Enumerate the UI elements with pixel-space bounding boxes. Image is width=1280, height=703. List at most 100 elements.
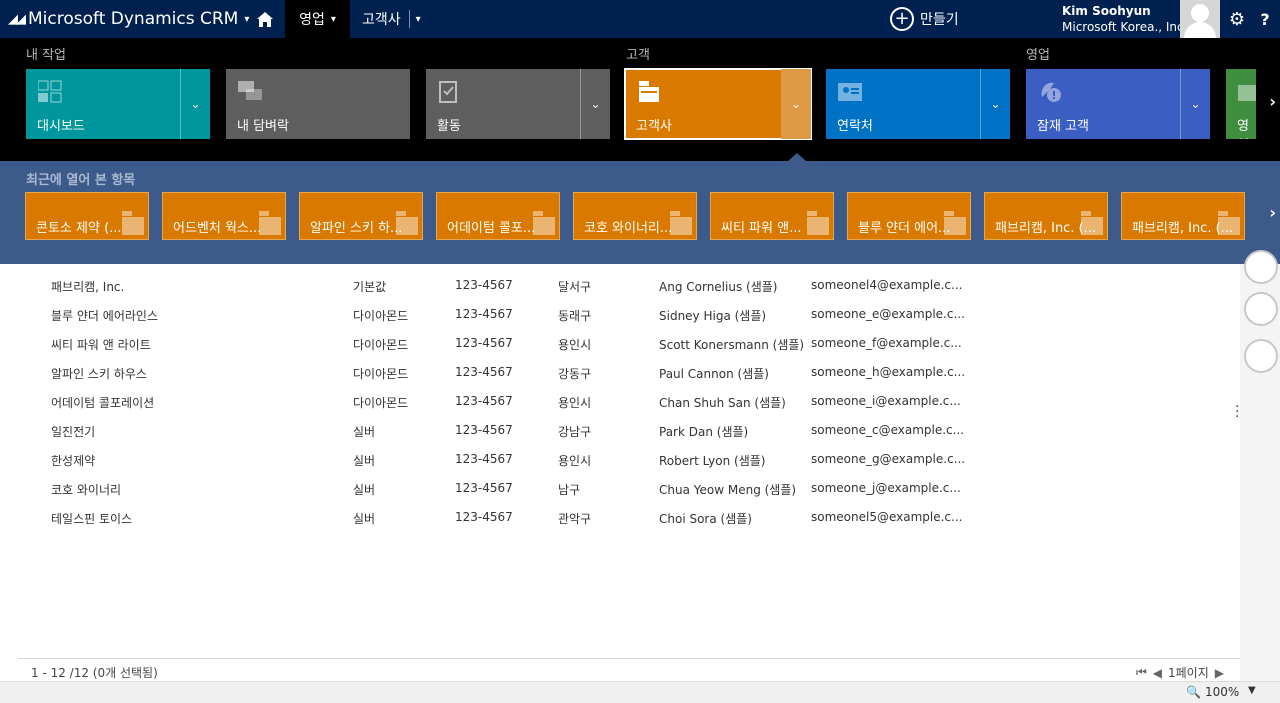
cell-account-name[interactable]: 테일스핀 토이스 (51, 510, 132, 527)
create-button[interactable]: + 만들기 (890, 0, 959, 38)
table-row[interactable]: 알파인 스키 하우스 다이아몬드 123-4567 강동구 Paul Cannon (샘… (0, 355, 1240, 384)
table-row[interactable]: 씨티 파워 앤 라이트 다이아몬드 123-4567 용인시 Scott Konersm… (0, 326, 1240, 355)
cell-email[interactable]: someone_e@example.c... (811, 307, 965, 321)
cell-account-name[interactable]: 어데이텀 콜포레이션 (51, 394, 154, 411)
cell-email[interactable]: someone_c@example.c... (811, 423, 964, 437)
table-row[interactable]: 어데이텀 콜포레이션 다이아몬드 123-4567 용인시 Chan Shuh San … (0, 384, 1240, 413)
next-page-icon[interactable]: ▶ (1215, 666, 1224, 680)
cell-primary-contact[interactable]: Robert Lyon (샘플) (659, 452, 766, 469)
recent-scroll-right-icon[interactable]: › (1269, 203, 1276, 222)
table-row[interactable]: 블루 얀더 에어라인스 다이아몬드 123-4567 동래구 Sidney Higa (… (0, 297, 1240, 326)
create-label: 만들기 (920, 12, 959, 28)
group-label-customers: 고객 (626, 48, 650, 63)
cell-account-name[interactable]: 코호 와이너리 (51, 481, 121, 498)
bar-chart-icon[interactable] (1244, 250, 1278, 284)
nav-tile-contacts[interactable]: 연락처 ⌄ (826, 69, 1010, 139)
table-row[interactable]: 한성제약 실버 123-4567 용인시 Robert Lyon (샘플) someone… (0, 442, 1240, 471)
cell-email[interactable]: someonel5@example.c... (811, 510, 962, 524)
nav-tile-accounts[interactable]: 고객사 ⌄ (624, 68, 812, 140)
pie-chart-icon[interactable] (1244, 292, 1278, 326)
activity-icon (439, 81, 457, 103)
cell-category: 실버 (353, 454, 376, 468)
cell-primary-contact[interactable]: Scott Konersmann (샘플) (659, 336, 804, 353)
user-info[interactable]: Kim Soohyun Microsoft Korea., Inc (1062, 0, 1184, 38)
cell-city: 강남구 (558, 425, 592, 439)
chevron-down-icon[interactable]: ⌄ (1180, 69, 1210, 139)
cell-city: 남구 (558, 483, 581, 497)
cell-account-name[interactable]: 알파인 스키 하우스 (51, 365, 147, 382)
cell-email[interactable]: someone_f@example.c... (811, 336, 962, 350)
table-row[interactable]: 코호 와이너리 실버 123-4567 남구 Chua Yeow Meng (샘플) so… (0, 471, 1240, 500)
cell-account-name[interactable]: 블루 얀더 에어라인스 (51, 307, 158, 324)
navigation-panel: 내 작업 고객 영업 대시보드 ⌄ 내 담벼락 활동 ⌄ 고객사 ⌄ 연락처 ⌄… (0, 38, 1280, 161)
cell-email[interactable]: someonel4@example.c... (811, 278, 962, 292)
zoom-control[interactable]: 🔍 100% (1186, 685, 1239, 699)
previous-page-icon[interactable]: ◀ (1153, 666, 1162, 680)
dynamics-logo-icon: ◢◢ (8, 11, 26, 27)
chart-pane-bar (1240, 250, 1280, 681)
cell-account-name[interactable]: 씨티 파워 앤 라이트 (51, 336, 151, 353)
cell-primary-contact[interactable]: Choi Sora (샘플) (659, 510, 752, 527)
cell-email[interactable]: someone_i@example.c... (811, 394, 961, 408)
chevron-down-icon[interactable]: ⌄ (781, 69, 811, 139)
table-row[interactable]: 패브리캠, Inc. 기본값 123-4567 달서구 Ang Cornelius (샘… (0, 268, 1240, 297)
cell-primary-contact[interactable]: Sidney Higa (샘플) (659, 307, 766, 324)
nav-tile-label: 대시보드 (37, 119, 85, 134)
cell-primary-contact[interactable]: Chua Yeow Meng (샘플) (659, 481, 796, 498)
zoom-level: 100% (1204, 685, 1240, 699)
cell-email[interactable]: someone_h@example.c... (811, 365, 965, 379)
nav-tile-label: 내 담벼락 (237, 119, 289, 134)
cell-primary-contact[interactable]: Chan Shuh San (샘플) (659, 394, 786, 411)
cell-primary-contact[interactable]: Paul Cannon (샘플) (659, 365, 769, 382)
app-brand-menu[interactable]: ◢◢ Microsoft Dynamics CRM ▾ (8, 0, 249, 38)
first-page-icon[interactable]: ⏮ (1136, 665, 1147, 680)
grid-footer: 1 - 12 /12 (0개 선택됨) ⏮ ◀ 1페이지 ▶ (18, 658, 1240, 681)
chevron-down-icon[interactable]: ▾ (416, 14, 421, 25)
nav-entity-accounts[interactable]: 고객사 ▾ (362, 0, 421, 38)
avatar[interactable] (1180, 0, 1220, 38)
home-button[interactable] (252, 0, 278, 38)
nav-tile-opportunities[interactable]: 영업 (1226, 69, 1256, 139)
recent-item[interactable]: 어데이텀 콜포... (436, 192, 560, 240)
cell-primary-contact[interactable]: Ang Cornelius (샘플) (659, 278, 777, 295)
nav-area-sales-label: 영업 (299, 12, 325, 28)
nav-tile-label: 활동 (437, 119, 461, 134)
table-row[interactable]: 일진전기 실버 123-4567 강남구 Park Dan (샘플) someone_c@… (0, 413, 1240, 442)
nav-scroll-right-icon[interactable]: › (1269, 92, 1276, 111)
chevron-down-icon[interactable]: ⌄ (580, 69, 610, 139)
help-button[interactable]: ? (1256, 0, 1274, 38)
cell-account-name[interactable]: 일진전기 (51, 423, 95, 440)
chevron-down-icon[interactable]: ▼ (1248, 685, 1256, 696)
cell-account-name[interactable]: 패브리캠, Inc. (51, 278, 124, 295)
avatar-body-shape (1184, 22, 1216, 38)
nav-area-sales[interactable]: 영업 ▾ (285, 0, 350, 38)
settings-button[interactable]: ⚙ (1226, 0, 1248, 38)
nav-tile-my-wall[interactable]: 내 담벼락 (226, 69, 410, 139)
recent-item[interactable]: 콘토소 제약 (... (25, 192, 149, 240)
cell-account-name[interactable]: 한성제약 (51, 452, 95, 469)
recent-item[interactable]: 어드벤처 웍스... (162, 192, 286, 240)
plus-circle-icon: + (890, 7, 914, 31)
line-chart-icon[interactable] (1244, 339, 1278, 373)
nav-tile-leads[interactable]: 잠재 고객 ⌄ (1026, 69, 1210, 139)
recent-item[interactable]: 패브리캠, Inc. (... (1121, 192, 1245, 240)
top-navigation-bar: ◢◢ Microsoft Dynamics CRM ▾ 영업 ▾ 고객사 ▾ +… (0, 0, 1280, 38)
table-row[interactable]: 테일스핀 토이스 실버 123-4567 관악구 Choi Sora (샘플) someo… (0, 500, 1240, 529)
cell-primary-contact[interactable]: Park Dan (샘플) (659, 423, 748, 440)
nav-tile-dashboard[interactable]: 대시보드 ⌄ (26, 69, 210, 139)
recent-item[interactable]: 패브리캠, Inc. (... (984, 192, 1108, 240)
home-icon (257, 11, 273, 27)
chevron-down-icon[interactable]: ⌄ (180, 69, 210, 139)
cell-email[interactable]: someone_j@example.c... (811, 481, 961, 495)
recent-item[interactable]: 블루 얀더 에어... (847, 192, 971, 240)
cell-email[interactable]: someone_g@example.c... (811, 452, 965, 466)
status-bar: 🔍 100% ▼ (0, 681, 1280, 703)
nav-tile-activities[interactable]: 활동 ⌄ (426, 69, 610, 139)
pager: ⏮ ◀ 1페이지 ▶ (1136, 664, 1224, 681)
recent-item[interactable]: 알파인 스키 하... (299, 192, 423, 240)
recent-item[interactable]: 씨티 파워 앤... (710, 192, 834, 240)
recent-item[interactable]: 코호 와이너리... (573, 192, 697, 240)
more-options-icon[interactable]: · · · (1235, 400, 1239, 424)
chevron-down-icon[interactable]: ⌄ (980, 69, 1010, 139)
recent-items-label: 최근에 열어 본 항목 (26, 173, 136, 188)
